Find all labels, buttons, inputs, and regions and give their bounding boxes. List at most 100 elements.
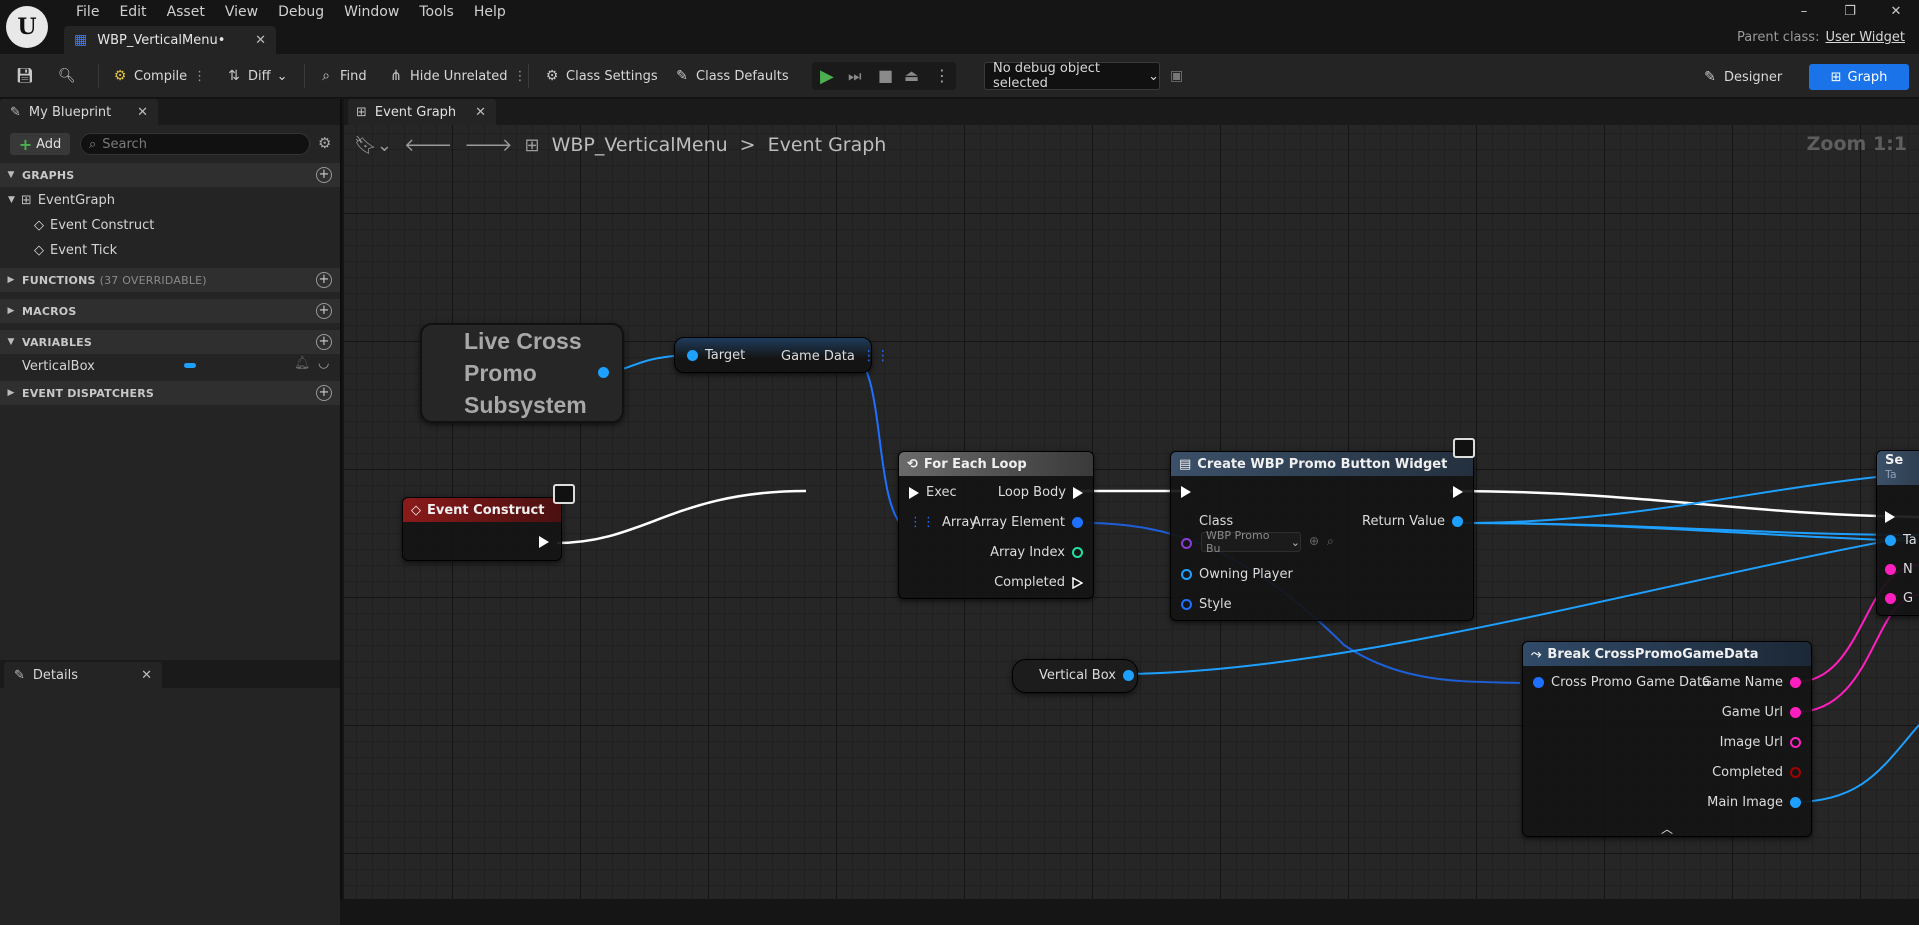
pin-return-value[interactable]: Return Value xyxy=(1362,514,1463,529)
pin-subsystem-out[interactable] xyxy=(598,367,609,378)
pin-class[interactable]: Class xyxy=(1181,514,1233,529)
add-button[interactable]: + Add xyxy=(10,133,70,155)
pin-exec-in[interactable] xyxy=(1885,511,1895,523)
pin-g[interactable]: G xyxy=(1885,591,1913,606)
section-variables[interactable]: ▼ VARIABLES + xyxy=(0,330,340,354)
bookmark-icon[interactable]: 🔖︎⌄ xyxy=(354,135,392,156)
pin-owning-player[interactable]: Owning Player xyxy=(1181,567,1293,582)
close-icon[interactable]: ✕ xyxy=(475,105,486,120)
parent-class-link[interactable]: User Widget xyxy=(1825,30,1905,45)
maximize-button[interactable]: ❐ xyxy=(1827,0,1873,22)
forward-arrow-icon[interactable]: 🡒 xyxy=(464,135,512,156)
menu-help[interactable]: Help xyxy=(464,2,516,22)
menu-view[interactable]: View xyxy=(215,2,268,22)
section-event-dispatchers[interactable]: ▶ EVENT DISPATCHERS + xyxy=(0,381,340,405)
class-select[interactable]: WBP Promo Bu ⌄ xyxy=(1201,529,1301,555)
minimize-button[interactable]: – xyxy=(1781,0,1827,22)
hide-unrelated-button[interactable]: ⋔ Hide Unrelated ⋮ xyxy=(388,64,526,88)
tree-item-event-tick[interactable]: ◇ Event Tick xyxy=(34,239,117,261)
browse-icon[interactable]: ⌕ xyxy=(1327,534,1334,549)
pin-n[interactable]: N xyxy=(1885,562,1913,577)
find-button[interactable]: ⌕ Find xyxy=(318,64,367,88)
event-graph-tab[interactable]: ⊞ Event Graph ✕ xyxy=(348,99,496,125)
browse-button[interactable]: 🔍︎ xyxy=(58,64,76,88)
unreal-logo-icon[interactable]: U xyxy=(6,6,48,48)
node-get-game-data[interactable]: Target Game Data ⋮⋮ xyxy=(674,337,890,373)
pin-exec-out[interactable] xyxy=(539,536,549,548)
stop-icon[interactable]: ■ xyxy=(878,66,893,85)
breadcrumb-root[interactable]: WBP_VerticalMenu xyxy=(552,134,728,156)
pin-exec-in[interactable] xyxy=(1181,486,1191,498)
section-functions[interactable]: ▶ FUNCTIONS (37 OVERRIDABLE) + xyxy=(0,268,340,292)
pin-target[interactable]: Target xyxy=(687,348,745,363)
add-graph-icon[interactable]: + xyxy=(316,167,332,183)
class-pin-icon[interactable] xyxy=(1181,538,1192,549)
node-offscreen-right[interactable]: Se Ta Ta N G xyxy=(1876,450,1919,616)
pin-array[interactable]: ⋮⋮ Array xyxy=(909,515,977,530)
graph-canvas[interactable]: 🔖︎⌄ 🡐 🡒 ⊞ WBP_VerticalMenu > Event Graph… xyxy=(344,125,1919,899)
tree-item-event-construct[interactable]: ◇ Event Construct xyxy=(34,214,154,236)
visibility-eye-icon[interactable]: ◡ xyxy=(318,356,329,371)
compile-button[interactable]: ⚙ Compile ⋮ xyxy=(112,64,206,88)
use-selected-icon[interactable]: ⊕ xyxy=(1309,534,1319,548)
my-blueprint-tab[interactable]: ✎ My Blueprint ✕ xyxy=(0,99,158,125)
more-icon[interactable]: ⋮ xyxy=(934,66,950,85)
eject-icon[interactable]: ⏏ xyxy=(904,66,919,85)
back-arrow-icon[interactable]: 🡐 xyxy=(404,135,452,156)
menu-edit[interactable]: Edit xyxy=(109,2,156,22)
close-icon[interactable]: ✕ xyxy=(255,33,266,48)
debug-filter-icon[interactable]: ▣ xyxy=(1170,68,1183,84)
pin-main-image[interactable]: Main Image xyxy=(1707,795,1801,810)
close-icon[interactable]: ✕ xyxy=(141,668,152,683)
pin-array-index[interactable]: Array Index xyxy=(990,545,1083,560)
add-variable-icon[interactable]: + xyxy=(316,334,332,350)
menu-window[interactable]: Window xyxy=(334,2,409,22)
section-graphs[interactable]: ▼ GRAPHS + xyxy=(0,163,340,187)
menu-tools[interactable]: Tools xyxy=(409,2,464,22)
pin-completed[interactable]: Completed xyxy=(994,575,1083,590)
collapse-pins-icon[interactable]: ︿ xyxy=(1661,820,1673,837)
pin-game-url[interactable]: Game Url xyxy=(1722,705,1801,720)
pin-game-name[interactable]: Game Name xyxy=(1702,675,1801,690)
class-defaults-button[interactable]: ✎ Class Defaults xyxy=(674,64,788,88)
pin-array-element[interactable]: Array Element xyxy=(972,515,1083,530)
section-macros[interactable]: ▶ MACROS + xyxy=(0,299,340,323)
pin-exec-out[interactable] xyxy=(1453,486,1463,498)
pin-style[interactable]: Style xyxy=(1181,597,1232,612)
document-tab[interactable]: ▦ WBP_VerticalMenu• ✕ xyxy=(64,26,276,54)
pin-loop-body[interactable]: Loop Body xyxy=(998,485,1083,500)
node-event-construct[interactable]: ◇ Event Construct xyxy=(402,484,575,561)
node-vertical-box[interactable]: Vertical Box xyxy=(1012,659,1138,693)
debug-object-select[interactable]: No debug object selected ⌄ xyxy=(984,61,1160,91)
pin-exec-in[interactable]: Exec xyxy=(909,485,957,500)
designer-button[interactable]: ✎ Designer xyxy=(1694,64,1790,90)
pin-completed[interactable]: Completed xyxy=(1712,765,1801,780)
node-create-widget[interactable]: ▤ Create WBP Promo Button Widget Class W… xyxy=(1170,438,1475,621)
details-tab[interactable]: ✎ Details ✕ xyxy=(4,662,162,688)
menu-asset[interactable]: Asset xyxy=(157,2,215,22)
close-icon[interactable]: ✕ xyxy=(137,105,148,120)
gear-icon[interactable]: ⚙ xyxy=(318,134,331,152)
class-settings-button[interactable]: ⚙ Class Settings xyxy=(544,64,658,88)
variable-item-verticalbox[interactable]: VerticalBox 🔔︎ ◡ xyxy=(22,355,338,377)
menu-debug[interactable]: Debug xyxy=(268,2,334,22)
add-dispatcher-icon[interactable]: + xyxy=(316,385,332,401)
add-macro-icon[interactable]: + xyxy=(316,303,332,319)
graph-button[interactable]: ⊞ Graph xyxy=(1809,64,1909,90)
node-break-cross-promo-game-data[interactable]: ⤳ Break CrossPromoGameData Cross Promo G… xyxy=(1522,641,1812,837)
step-icon[interactable]: ⏭ xyxy=(848,67,862,85)
menu-file[interactable]: File xyxy=(66,2,109,22)
search-input[interactable]: ⌕ Search xyxy=(80,133,310,155)
node-for-each-loop[interactable]: ⟲ For Each Loop Exec ⋮⋮ Array Loop Body A… xyxy=(898,451,1094,599)
node-live-cross-promo-subsystem[interactable]: Live Cross Promo Subsystem xyxy=(420,323,624,423)
pin-image-url[interactable]: Image Url xyxy=(1720,735,1801,750)
pin-vertical-box[interactable]: Vertical Box xyxy=(1039,668,1134,683)
play-icon[interactable]: ▶ xyxy=(820,66,834,87)
close-window-button[interactable]: ✕ xyxy=(1873,0,1919,22)
pin-cross-promo-game-data[interactable]: Cross Promo Game Data xyxy=(1533,675,1710,690)
tree-item-eventgraph[interactable]: ▼ ⊞ EventGraph xyxy=(8,189,115,211)
pin-game-data[interactable]: Game Data ⋮⋮ xyxy=(781,348,890,364)
pin-target[interactable]: Ta xyxy=(1885,533,1917,548)
diff-button[interactable]: ⇅ Diff ⌄ xyxy=(226,64,287,88)
replication-icon[interactable]: 🔔︎ xyxy=(294,356,311,371)
